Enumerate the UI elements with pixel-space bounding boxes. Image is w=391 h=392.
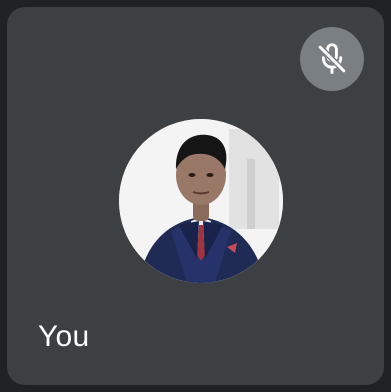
participant-name: You bbox=[38, 320, 90, 353]
participant-tile[interactable]: You bbox=[7, 7, 384, 385]
profile-photo bbox=[119, 119, 283, 283]
mic-muted-indicator bbox=[300, 27, 364, 91]
avatar bbox=[119, 119, 283, 283]
mic-off-icon bbox=[317, 43, 347, 74]
